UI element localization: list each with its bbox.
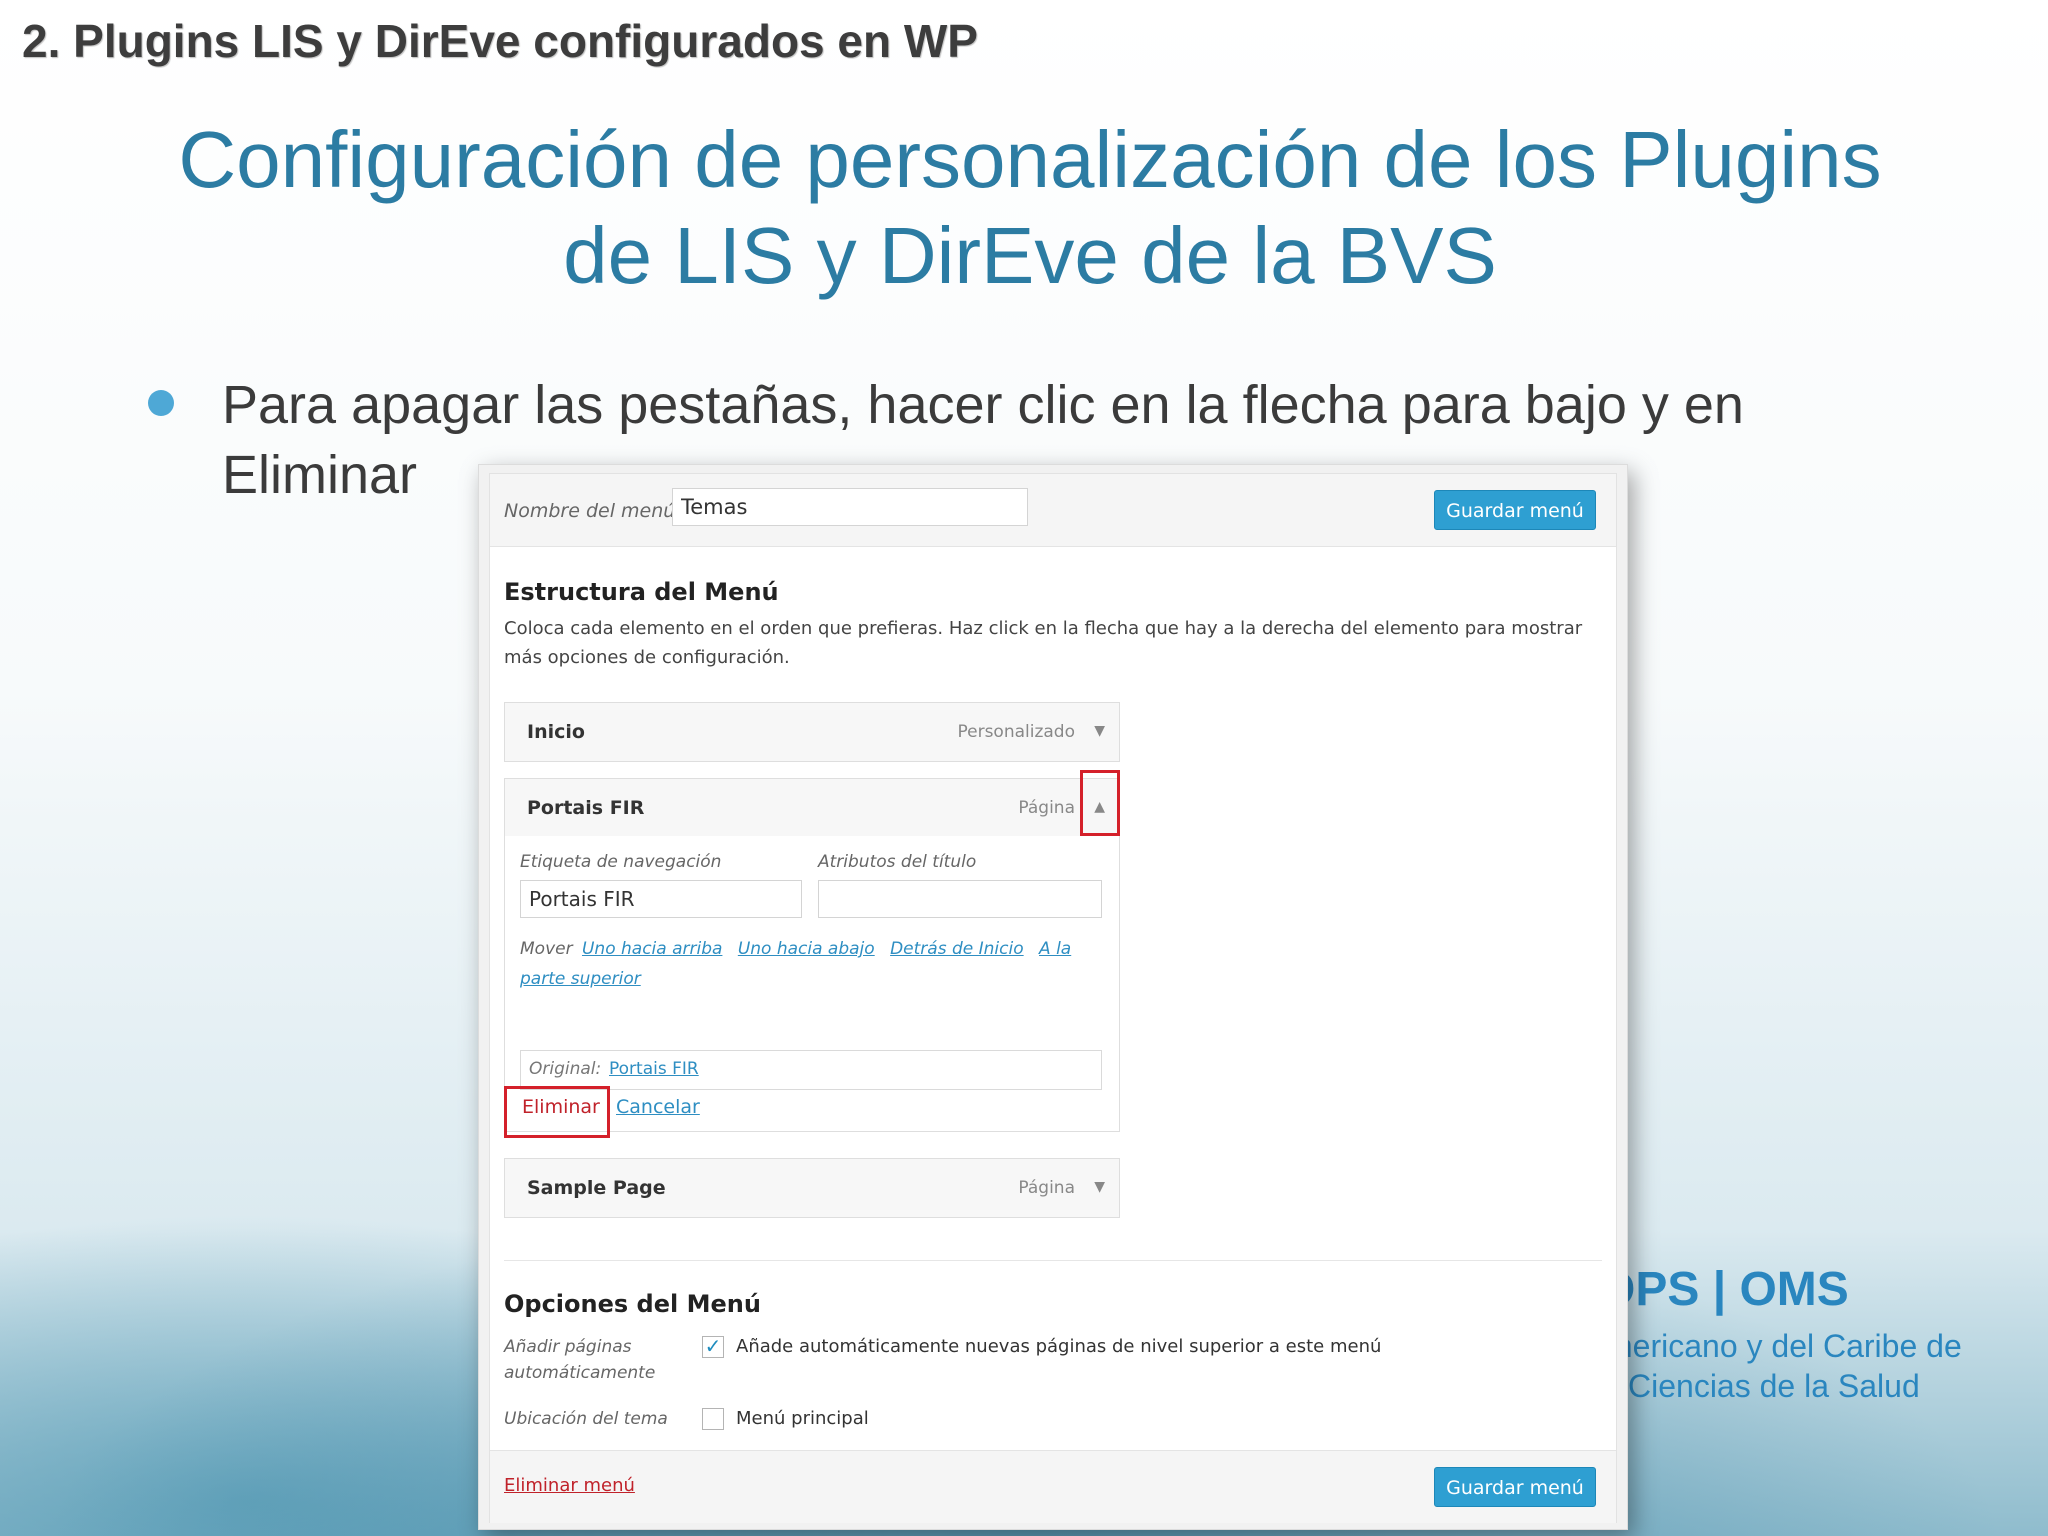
- auto-add-checkbox[interactable]: ✓: [702, 1336, 724, 1358]
- arrow-highlight-box: [1080, 770, 1120, 836]
- move-label: Mover: [520, 939, 573, 959]
- main-menu-checkbox[interactable]: [702, 1408, 724, 1430]
- menu-item-name: Sample Page: [527, 1177, 666, 1199]
- move-up-link[interactable]: Uno hacia arriba: [582, 939, 722, 959]
- menu-structure-title: Estructura del Menú: [504, 578, 779, 606]
- menu-editor: Nombre del menú Guardar menú Estructura …: [489, 473, 1617, 1523]
- menu-name-input[interactable]: [672, 488, 1028, 526]
- original-link[interactable]: Portais FIR: [609, 1059, 699, 1079]
- wordpress-menu-screenshot: Nombre del menú Guardar menú Estructura …: [478, 464, 1628, 1530]
- slide-section-header: 2. Plugins LIS y DirEve configurados en …: [22, 15, 978, 67]
- slide-title: Configuración de personalización de los …: [100, 112, 1960, 304]
- chevron-down-icon[interactable]: ▼: [1094, 1179, 1105, 1195]
- menu-item-type: Personalizado: [957, 722, 1075, 742]
- remove-highlight-box: [504, 1086, 610, 1138]
- menu-item-portais-fir[interactable]: Portais FIR Página ▲: [504, 778, 1120, 838]
- slide-title-line-2: de LIS y DirEve de la BVS: [563, 211, 1497, 300]
- menu-footer-bar: Eliminar menú Guardar menú: [490, 1450, 1616, 1523]
- title-attr-label: Atributos del título: [818, 852, 977, 872]
- auto-add-label-line-2: automáticamente: [504, 1363, 656, 1383]
- move-down-link[interactable]: Uno hacia abajo: [738, 939, 875, 959]
- menu-item-inicio[interactable]: Inicio Personalizado ▼: [504, 702, 1120, 762]
- original-box: Original: Portais FIR: [520, 1050, 1102, 1090]
- menu-name-label: Nombre del menú: [504, 500, 676, 522]
- menu-structure-description: Coloca cada elemento en el orden que pre…: [504, 618, 1583, 668]
- auto-add-label-line-1: Añadir páginas: [504, 1337, 632, 1357]
- menu-item-sample-page[interactable]: Sample Page Página ▼: [504, 1158, 1120, 1218]
- title-attr-input[interactable]: [818, 880, 1102, 918]
- main-menu-text: Menú principal: [736, 1408, 869, 1429]
- slide-title-line-1: Configuración de personalización de los …: [178, 115, 1882, 204]
- logo-subtitle-2: Ciencias de la Salud: [1628, 1368, 1920, 1404]
- bullet-dot-icon: [148, 390, 174, 416]
- menu-item-name: Inicio: [527, 721, 585, 743]
- ops-oms-logo: OPS | OMS: [1598, 1263, 1849, 1316]
- move-under-inicio-link[interactable]: Detrás de Inicio: [890, 939, 1024, 959]
- logo-subtitle-1: mericano y del Caribe de: [1606, 1328, 1962, 1364]
- theme-location-label: Ubicación del tema: [504, 1409, 668, 1429]
- auto-add-label: Añadir páginas automáticamente: [504, 1334, 655, 1386]
- menu-item-type: Página: [1018, 798, 1075, 818]
- chevron-down-icon[interactable]: ▼: [1094, 723, 1105, 739]
- original-label: Original:: [529, 1059, 602, 1079]
- bullet-line-1: Para apagar las pestañas, hacer clic en …: [222, 375, 1744, 435]
- delete-menu-link[interactable]: Eliminar menú: [504, 1475, 635, 1496]
- menu-header-bar: Nombre del menú Guardar menú: [490, 474, 1616, 547]
- checkmark-icon: ✓: [704, 1334, 722, 1358]
- menu-item-type: Página: [1018, 1178, 1075, 1198]
- cancel-link[interactable]: Cancelar: [616, 1096, 700, 1118]
- save-menu-button-bottom[interactable]: Guardar menú: [1434, 1467, 1596, 1507]
- save-menu-button-top[interactable]: Guardar menú: [1434, 490, 1596, 530]
- auto-add-text: Añade automáticamente nuevas páginas de …: [736, 1336, 1382, 1357]
- move-options: Mover Uno hacia arriba Uno hacia abajo D…: [520, 934, 1080, 994]
- menu-item-name: Portais FIR: [527, 797, 645, 819]
- nav-label-label: Etiqueta de navegación: [520, 852, 722, 872]
- section-divider: [504, 1260, 1602, 1261]
- nav-label-input[interactable]: Portais FIR: [520, 880, 802, 918]
- menu-options-title: Opciones del Menú: [504, 1290, 761, 1318]
